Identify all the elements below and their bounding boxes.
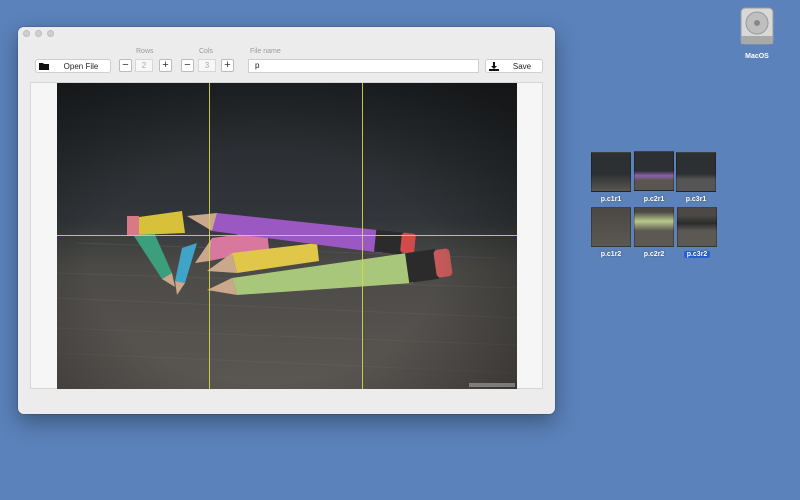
tile-thumbnail[interactable] bbox=[634, 151, 674, 191]
split-line-vertical[interactable] bbox=[209, 83, 210, 389]
cols-field[interactable]: 3 bbox=[198, 59, 216, 72]
tile-thumbnail[interactable] bbox=[677, 207, 717, 247]
rows-increment-button[interactable]: + bbox=[159, 59, 172, 72]
preview-image[interactable] bbox=[57, 83, 517, 389]
disk-label: MacOS bbox=[745, 53, 769, 60]
tile-label: p.c2r1 bbox=[643, 196, 665, 203]
tile-thumbnail[interactable] bbox=[591, 152, 631, 192]
selected-tile-text: p.c3r2 bbox=[683, 251, 711, 258]
folder-icon bbox=[36, 62, 52, 70]
tile-label: p.c1r1 bbox=[600, 196, 622, 203]
tile-thumbnail[interactable] bbox=[634, 207, 674, 247]
hard-disk-icon bbox=[740, 7, 774, 45]
rows-label: Rows bbox=[136, 48, 154, 55]
pencils-photo bbox=[57, 83, 517, 389]
cols-label: Cols bbox=[199, 48, 214, 55]
tile-label: p.c1r2 bbox=[600, 251, 622, 258]
tile-label: p.c2r2 bbox=[643, 251, 665, 258]
file-name-input[interactable]: p bbox=[248, 59, 479, 73]
tile-thumbnail[interactable] bbox=[676, 152, 716, 192]
splitter-window: Open File Rows − 2 + Cols − 3 + File nam… bbox=[18, 27, 555, 414]
split-line-vertical[interactable] bbox=[362, 83, 363, 389]
zoom-window-button[interactable] bbox=[47, 30, 54, 37]
macos-disk[interactable]: MacOS bbox=[735, 6, 779, 60]
cols-decrement-button[interactable]: − bbox=[181, 59, 194, 72]
cols-increment-button[interactable]: + bbox=[221, 59, 234, 72]
split-line-horizontal[interactable] bbox=[57, 235, 517, 236]
download-icon bbox=[486, 61, 502, 71]
open-file-label: Open File bbox=[63, 61, 99, 71]
close-window-button[interactable] bbox=[23, 30, 30, 37]
rows-field[interactable]: 2 bbox=[135, 59, 153, 72]
minimize-window-button[interactable] bbox=[35, 30, 42, 37]
file-name-label: File name bbox=[250, 48, 281, 55]
rows-decrement-button[interactable]: − bbox=[119, 59, 132, 72]
save-button[interactable]: Save bbox=[485, 59, 543, 73]
titlebar[interactable] bbox=[18, 27, 555, 39]
save-label: Save bbox=[512, 61, 532, 71]
tile-label: p.c3r1 bbox=[685, 196, 707, 203]
image-preview-panel bbox=[30, 82, 543, 389]
tile-label-selected: p.c3r2 bbox=[675, 251, 719, 258]
open-file-button[interactable]: Open File bbox=[35, 59, 111, 73]
tile-thumbnail[interactable] bbox=[591, 207, 631, 247]
toolbar: Open File Rows − 2 + Cols − 3 + File nam… bbox=[18, 39, 555, 83]
